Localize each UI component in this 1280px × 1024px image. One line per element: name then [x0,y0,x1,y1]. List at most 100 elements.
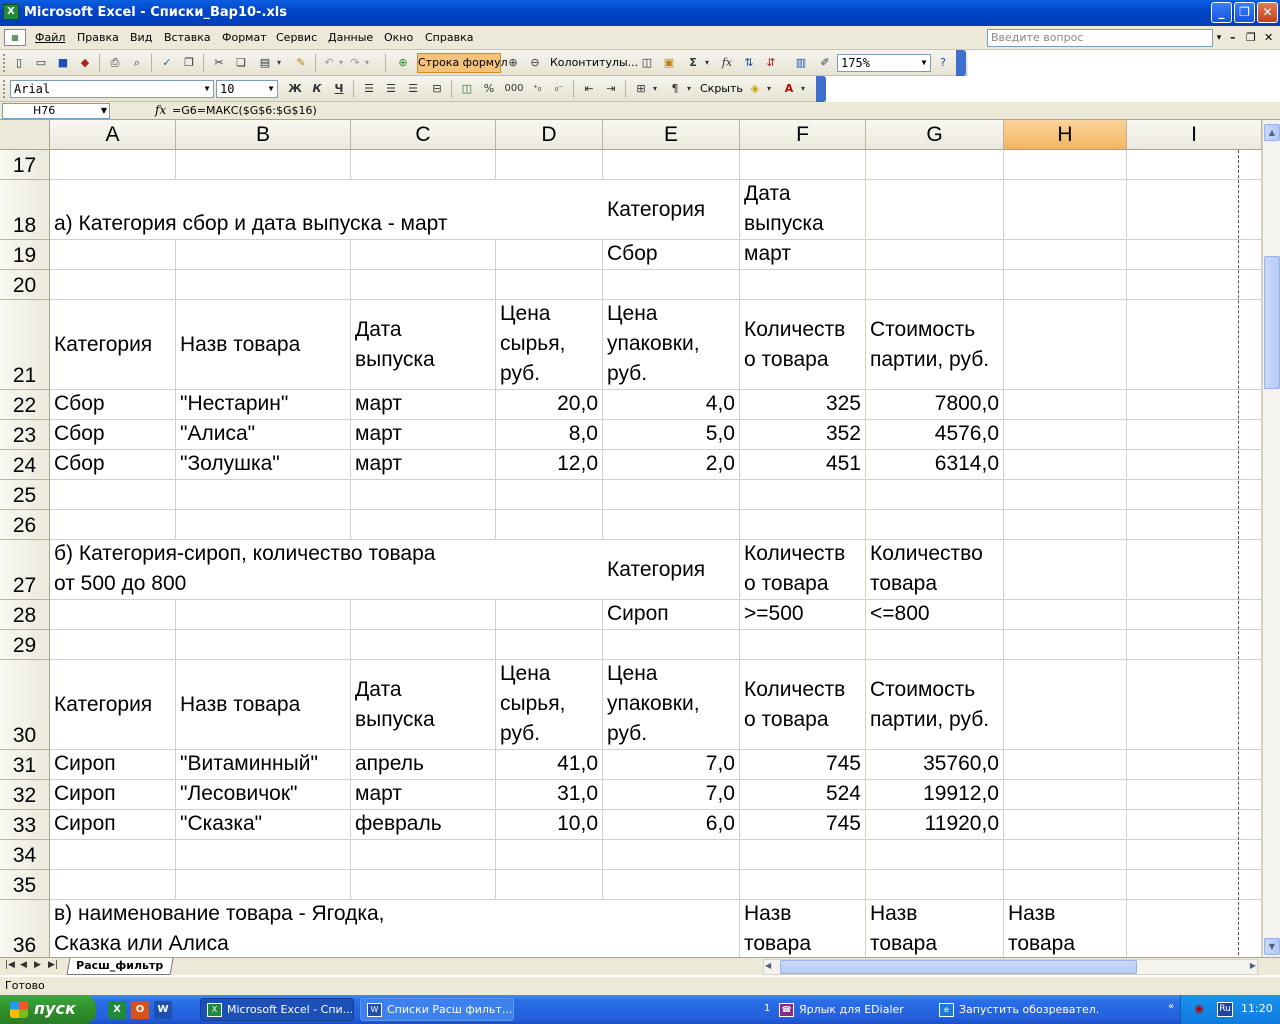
cell-h21[interactable] [1004,300,1127,390]
cell-c23[interactable]: март [351,420,496,450]
cell-e30[interactable]: Цена упаковки, руб. [603,660,740,750]
cell-e19[interactable]: Сбор [603,240,740,270]
cell-g30[interactable]: Стоимость партии, руб. [866,660,1004,750]
cell-b22[interactable]: "Нестарин" [176,390,351,420]
zoom-in-icon[interactable]: ⊕ [504,54,522,72]
fill-color-icon[interactable]: ◈ [746,80,764,98]
row-header-34[interactable]: 34 [0,840,50,870]
cell-f33[interactable]: 745 [740,810,866,840]
font-color-dropdown-icon[interactable]: ▾ [798,80,808,98]
column-header-e[interactable]: E [603,120,740,150]
cell-a36[interactable]: в) наименование товара - Ягодка, Сказка … [50,900,603,960]
row-header-29[interactable]: 29 [0,630,50,660]
cell-h30[interactable] [1004,660,1127,750]
cell-g25[interactable] [866,480,1004,510]
cell-g36[interactable]: Назв товара [866,900,1004,960]
cell-f20[interactable] [740,270,866,300]
menu-data[interactable]: Данные [328,31,373,44]
vertical-scroll-thumb[interactable] [1264,256,1280,389]
align-center-icon[interactable]: ☰ [382,80,400,98]
cell-e23[interactable]: 5,0 [603,420,740,450]
cell-c26[interactable] [351,510,496,540]
cell-h22[interactable] [1004,390,1127,420]
cell-e33[interactable]: 6,0 [603,810,740,840]
cell-a31[interactable]: Сироп [50,750,176,780]
cell-i26[interactable] [1127,510,1262,540]
cell-f17[interactable] [740,150,866,180]
row-header-36[interactable]: 36 [0,900,50,960]
cell-c30[interactable]: Дата выпуска [351,660,496,750]
cell-a20[interactable] [50,270,176,300]
cell-g34[interactable] [866,840,1004,870]
cell-f19[interactable]: март [740,240,866,270]
cell-f35[interactable] [740,870,866,900]
cell-i24[interactable] [1127,450,1262,480]
minimize-button[interactable]: _ [1211,2,1232,23]
zoom-dropdown-icon[interactable]: ▼ [918,55,930,71]
vertical-scrollbar[interactable]: ▲ ▼ [1262,120,1280,958]
cell-g22[interactable]: 7800,0 [866,390,1004,420]
cell-g21[interactable]: Стоимость партии, руб. [866,300,1004,390]
cell-i23[interactable] [1127,420,1262,450]
row-header-21[interactable]: 21 [0,300,50,390]
cell-d21[interactable]: Цена сырья, руб. [496,300,603,390]
cell-b31[interactable]: "Витаминный" [176,750,351,780]
cell-i25[interactable] [1127,480,1262,510]
cell-d26[interactable] [496,510,603,540]
cell-e31[interactable]: 7,0 [603,750,740,780]
cell-h20[interactable] [1004,270,1127,300]
cell-b20[interactable] [176,270,351,300]
cell-i19[interactable] [1127,240,1262,270]
row-header-24[interactable]: 24 [0,450,50,480]
drawing-icon[interactable]: ✐ [816,54,834,72]
cell-g31[interactable]: 35760,0 [866,750,1004,780]
tray-app-icon[interactable]: ◉ [1191,1002,1207,1017]
start-button[interactable]: пуск [0,995,96,1024]
cell-i22[interactable] [1127,390,1262,420]
cell-g33[interactable]: 11920,0 [866,810,1004,840]
cell-c20[interactable] [351,270,496,300]
cell-c29[interactable] [351,630,496,660]
hyperlink-icon[interactable]: ⊕ [394,54,412,72]
first-sheet-icon[interactable]: |◀ [5,960,15,970]
cell-e26[interactable] [603,510,740,540]
cell-a25[interactable] [50,480,176,510]
cell-h35[interactable] [1004,870,1127,900]
cell-g18[interactable] [866,180,1004,240]
cell-c34[interactable] [351,840,496,870]
menu-window[interactable]: Окно [384,31,413,44]
toolbar-grip[interactable] [3,54,6,72]
cell-d24[interactable]: 12,0 [496,450,603,480]
cell-e25[interactable] [603,480,740,510]
row-header-19[interactable]: 19 [0,240,50,270]
align-right-icon[interactable]: ☰ [404,80,422,98]
cell-g28[interactable]: <=800 [866,600,1004,630]
cell-b34[interactable] [176,840,351,870]
cell-a27[interactable]: б) Категория-сироп, количество товара от… [50,540,603,600]
cell-h23[interactable] [1004,420,1127,450]
cell-e24[interactable]: 2,0 [603,450,740,480]
row-header-27[interactable]: 27 [0,540,50,600]
chart-wizard-icon[interactable]: ▥ [792,54,810,72]
cell-a22[interactable]: Сбор [50,390,176,420]
cell-e18[interactable]: Категория [603,180,740,240]
merge-center-icon[interactable]: ⊟ [428,80,446,98]
cell-b35[interactable] [176,870,351,900]
formula-bar-toggle-button[interactable]: Строка формул [417,53,508,73]
cell-b29[interactable] [176,630,351,660]
column-header-c[interactable]: C [351,120,496,150]
cell-h32[interactable] [1004,780,1127,810]
row-header-32[interactable]: 32 [0,780,50,810]
row-header-33[interactable]: 33 [0,810,50,840]
cell-a29[interactable] [50,630,176,660]
cell-h33[interactable] [1004,810,1127,840]
row-header-17[interactable]: 17 [0,150,50,180]
direction-dropdown-icon[interactable]: ▾ [684,80,694,98]
cell-g17[interactable] [866,150,1004,180]
cell-i33[interactable] [1127,810,1262,840]
cell-d28[interactable] [496,600,603,630]
cell-f27[interactable]: Количеств о товара [740,540,866,600]
percent-button[interactable]: % [480,80,498,98]
redo-dropdown-icon[interactable]: ▾ [362,54,372,72]
cell-a32[interactable]: Сироп [50,780,176,810]
